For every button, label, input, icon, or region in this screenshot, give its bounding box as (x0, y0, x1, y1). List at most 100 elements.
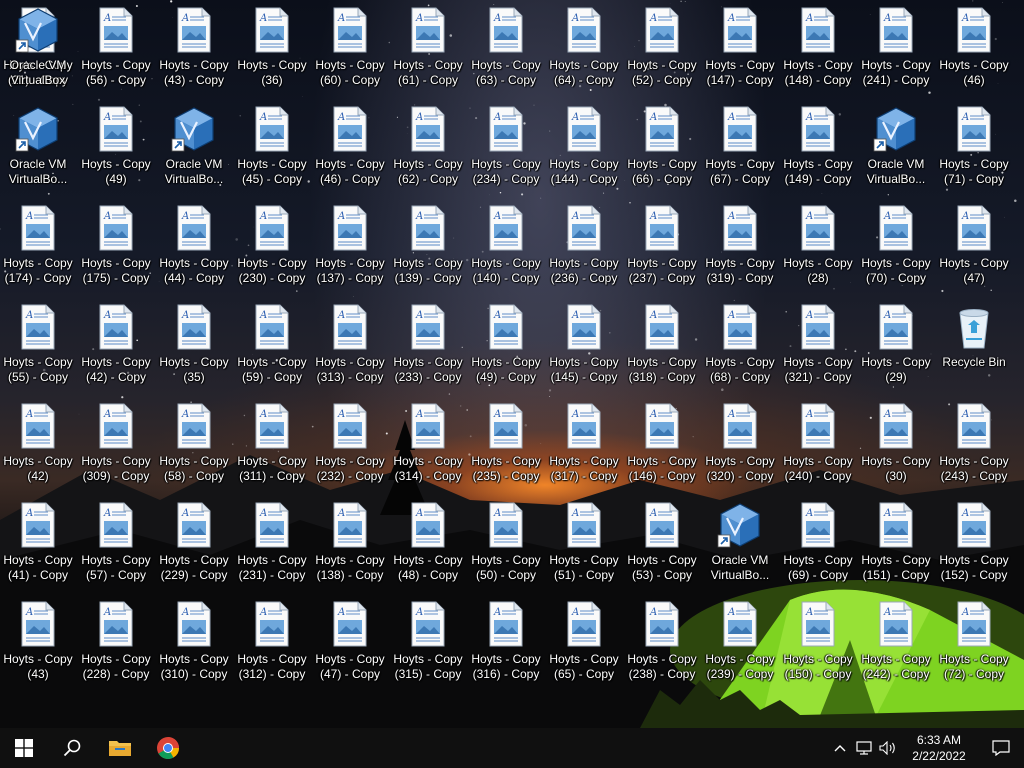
desktop-file-icon[interactable]: A Hoyts - Copy (43) - Copy (156, 6, 232, 102)
desktop-file-icon[interactable]: A Hoyts - Copy (231) - Copy (234, 501, 310, 597)
search-button[interactable] (48, 728, 96, 768)
desktop-file-icon[interactable]: A Hoyts - Copy (235) - Copy (468, 402, 544, 498)
start-button[interactable] (0, 728, 48, 768)
desktop-file-icon[interactable]: A Hoyts - Copy (137) - Copy (312, 204, 388, 300)
desktop-file-icon[interactable]: A Hoyts - Copy (319) - Copy (702, 204, 778, 300)
desktop-file-icon[interactable]: A Hoyts - Copy (65) - Copy (546, 600, 622, 696)
desktop-file-icon[interactable]: A Hoyts - Copy (149) - Copy (780, 105, 856, 201)
desktop-file-icon[interactable]: A Hoyts - Copy (67) - Copy (702, 105, 778, 201)
desktop-file-icon[interactable]: A Hoyts - Copy (49) (78, 105, 154, 201)
chrome-button[interactable] (144, 728, 192, 768)
desktop-shortcut-icon[interactable]: Oracle VM VirtualBo... (702, 501, 778, 597)
taskbar-clock[interactable]: 6:33 AM 2/22/2022 (900, 732, 978, 764)
desktop-file-icon[interactable]: A Hoyts - Copy (45) - Copy (234, 105, 310, 201)
file-explorer-button[interactable] (96, 728, 144, 768)
desktop-file-icon[interactable]: A Hoyts - Copy (310) - Copy (156, 600, 232, 696)
desktop-file-icon[interactable]: A Hoyts - Copy (48) - Copy (390, 501, 466, 597)
desktop-file-icon[interactable]: A Hoyts - Copy (234) - Copy (468, 105, 544, 201)
desktop-file-icon[interactable]: A Hoyts - Copy (66) - Copy (624, 105, 700, 201)
desktop-file-icon[interactable]: A Hoyts - Copy (72) - Copy (936, 600, 1012, 696)
desktop-file-icon[interactable]: A Hoyts - Copy (30) (858, 402, 934, 498)
desktop-file-icon[interactable]: A Hoyts - Copy (51) - Copy (546, 501, 622, 597)
desktop-file-icon[interactable]: A Hoyts - Copy (146) - Copy (624, 402, 700, 498)
desktop-file-icon[interactable]: A Hoyts - Copy (147) - Copy (702, 6, 778, 102)
desktop-file-icon[interactable]: A Hoyts - Copy (58) - Copy (156, 402, 232, 498)
desktop-file-icon[interactable]: A Hoyts - Copy (47) (936, 204, 1012, 300)
desktop-file-icon[interactable]: A Hoyts - Copy (29) (858, 303, 934, 399)
desktop-file-icon[interactable]: A Hoyts - Copy (241) - Copy (858, 6, 934, 102)
desktop-file-icon[interactable]: A Hoyts - Copy (46) (936, 6, 1012, 102)
desktop-file-icon[interactable]: A Hoyts - Copy (240) - Copy (780, 402, 856, 498)
volume-button[interactable] (876, 728, 900, 768)
desktop-file-icon[interactable]: A Hoyts - Copy (71) - Copy (936, 105, 1012, 201)
desktop-file-icon[interactable]: A Hoyts - Copy (70) - Copy (858, 204, 934, 300)
desktop-file-icon[interactable]: A Hoyts - Copy (41) - Copy (0, 501, 76, 597)
desktop-file-icon[interactable]: A Hoyts - Copy (321) - Copy (780, 303, 856, 399)
desktop-file-icon[interactable]: A Hoyts - Copy (68) - Copy (702, 303, 778, 399)
desktop-file-icon[interactable]: A Hoyts - Copy (49) - Copy (468, 303, 544, 399)
desktop-file-icon[interactable]: A Hoyts - Copy (140) - Copy (468, 204, 544, 300)
desktop-file-icon[interactable]: A Hoyts - Copy (148) - Copy (780, 6, 856, 102)
desktop-file-icon[interactable]: A Hoyts - Copy (318) - Copy (624, 303, 700, 399)
desktop-file-icon[interactable]: A Hoyts - Copy (150) - Copy (780, 600, 856, 696)
desktop-file-icon[interactable]: A Hoyts - Copy (57) - Copy (78, 501, 154, 597)
desktop-file-icon[interactable]: A Hoyts - Copy (230) - Copy (234, 204, 310, 300)
desktop-file-icon[interactable]: A Hoyts - Copy (317) - Copy (546, 402, 622, 498)
desktop-file-icon[interactable]: A Hoyts - Copy (42) (0, 402, 76, 498)
desktop-file-icon[interactable]: A Hoyts - Copy (238) - Copy (624, 600, 700, 696)
desktop-file-icon[interactable]: A Hoyts - Copy (63) - Copy (468, 6, 544, 102)
desktop[interactable]: A Hoyts - Copy (21) - Copy Oracle VM Vir… (0, 0, 1024, 728)
desktop-file-icon[interactable]: A Hoyts - Copy (52) - Copy (624, 6, 700, 102)
desktop-file-icon[interactable]: A Hoyts - Copy (60) - Copy (312, 6, 388, 102)
desktop-file-icon[interactable]: A Hoyts - Copy (311) - Copy (234, 402, 310, 498)
desktop-file-icon[interactable]: A Hoyts - Copy (55) - Copy (0, 303, 76, 399)
desktop-file-icon[interactable]: A Hoyts - Copy (236) - Copy (546, 204, 622, 300)
desktop-file-icon[interactable]: A Hoyts - Copy (28) (780, 204, 856, 300)
desktop-file-icon[interactable]: A Hoyts - Copy (174) - Copy (0, 204, 76, 300)
desktop-shortcut-icon[interactable]: Oracle VM VirtualBo... (858, 105, 934, 201)
desktop-file-icon[interactable]: A Hoyts - Copy (243) - Copy (936, 402, 1012, 498)
desktop-file-icon[interactable]: A Hoyts - Copy (151) - Copy (858, 501, 934, 597)
desktop-file-icon[interactable]: A Hoyts - Copy (47) - Copy (312, 600, 388, 696)
desktop-file-icon[interactable]: A Hoyts - Copy (228) - Copy (78, 600, 154, 696)
desktop-file-icon[interactable]: A Hoyts - Copy (145) - Copy (546, 303, 622, 399)
desktop-file-icon[interactable]: A Hoyts - Copy (232) - Copy (312, 402, 388, 498)
desktop-file-icon[interactable]: A Hoyts - Copy (152) - Copy (936, 501, 1012, 597)
desktop-shortcut-icon[interactable]: Oracle VM VirtualBo... (0, 105, 76, 201)
desktop-file-icon[interactable]: A Hoyts - Copy (316) - Copy (468, 600, 544, 696)
action-center-button[interactable] (978, 728, 1024, 768)
desktop-file-icon[interactable]: A Hoyts - Copy (46) - Copy (312, 105, 388, 201)
desktop-file-icon[interactable]: A Hoyts - Copy (233) - Copy (390, 303, 466, 399)
desktop-file-icon[interactable]: A Hoyts - Copy (315) - Copy (390, 600, 466, 696)
desktop-file-icon[interactable]: A Hoyts - Copy (69) - Copy (780, 501, 856, 597)
desktop-file-icon[interactable]: A Hoyts - Copy (242) - Copy (858, 600, 934, 696)
desktop-file-icon[interactable]: A Hoyts - Copy (59) - Copy (234, 303, 310, 399)
desktop-file-icon[interactable]: A Hoyts - Copy (239) - Copy (702, 600, 778, 696)
desktop-file-icon[interactable]: A Hoyts - Copy (237) - Copy (624, 204, 700, 300)
desktop-file-icon[interactable]: A Hoyts - Copy (50) - Copy (468, 501, 544, 597)
desktop-file-icon[interactable]: A Hoyts - Copy (138) - Copy (312, 501, 388, 597)
desktop-file-icon[interactable]: A Hoyts - Copy (56) - Copy (78, 6, 154, 102)
desktop-shortcut-icon[interactable]: Oracle VM VirtualBo... (156, 105, 232, 201)
desktop-file-icon[interactable]: A Hoyts - Copy (229) - Copy (156, 501, 232, 597)
desktop-file-icon[interactable]: A Hoyts - Copy (64) - Copy (546, 6, 622, 102)
desktop-file-icon[interactable]: A Hoyts - Copy (35) (156, 303, 232, 399)
desktop-file-icon[interactable]: A Hoyts - Copy (36) (234, 6, 310, 102)
desktop-file-icon[interactable]: A Hoyts - Copy (144) - Copy (546, 105, 622, 201)
show-hidden-icons-button[interactable] (828, 728, 852, 768)
desktop-shortcut-icon[interactable]: Oracle VM VirtualBox (0, 6, 76, 102)
desktop-file-icon[interactable]: A Hoyts - Copy (43) (0, 600, 76, 696)
desktop-file-icon[interactable]: A Hoyts - Copy (320) - Copy (702, 402, 778, 498)
desktop-file-icon[interactable]: A Hoyts - Copy (309) - Copy (78, 402, 154, 498)
recycle-bin[interactable]: Recycle Bin (936, 303, 1012, 399)
desktop-file-icon[interactable]: A Hoyts - Copy (61) - Copy (390, 6, 466, 102)
desktop-file-icon[interactable]: A Hoyts - Copy (42) - Copy (78, 303, 154, 399)
desktop-file-icon[interactable]: A Hoyts - Copy (314) - Copy (390, 402, 466, 498)
desktop-file-icon[interactable]: A Hoyts - Copy (175) - Copy (78, 204, 154, 300)
desktop-file-icon[interactable]: A Hoyts - Copy (62) - Copy (390, 105, 466, 201)
desktop-file-icon[interactable]: A Hoyts - Copy (313) - Copy (312, 303, 388, 399)
desktop-file-icon[interactable]: A Hoyts - Copy (139) - Copy (390, 204, 466, 300)
desktop-file-icon[interactable]: A Hoyts - Copy (53) - Copy (624, 501, 700, 597)
desktop-file-icon[interactable]: A Hoyts - Copy (44) - Copy (156, 204, 232, 300)
network-button[interactable] (852, 728, 876, 768)
